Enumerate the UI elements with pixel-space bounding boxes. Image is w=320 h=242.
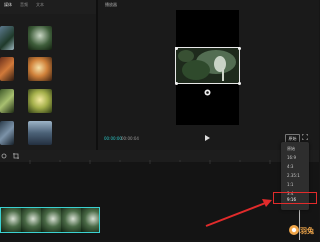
total-time: 00:00:04 bbox=[121, 136, 139, 141]
ratio-option-2-35-1[interactable]: 2.35:1 bbox=[287, 173, 300, 178]
clip-frame bbox=[81, 208, 99, 232]
video-preview-image bbox=[176, 48, 239, 83]
watermark-text: 羽兔 bbox=[300, 227, 314, 235]
media-thumbnail[interactable] bbox=[28, 57, 52, 81]
resize-handle[interactable] bbox=[174, 46, 178, 50]
clip-frame bbox=[41, 208, 61, 232]
clip-frame bbox=[1, 208, 21, 232]
fullscreen-icon[interactable] bbox=[302, 134, 308, 140]
clip-frame bbox=[21, 208, 41, 232]
media-thumbnail[interactable] bbox=[0, 57, 14, 81]
current-time: 00:00:00 bbox=[104, 136, 122, 141]
tab-audio[interactable]: 音频 bbox=[18, 2, 30, 8]
media-thumbnail[interactable] bbox=[0, 121, 14, 145]
media-thumbnail[interactable] bbox=[28, 26, 52, 50]
media-thumbnail[interactable] bbox=[28, 121, 52, 145]
video-clip[interactable] bbox=[0, 207, 100, 233]
ratio-option-16-9[interactable]: 16:9 bbox=[287, 155, 296, 160]
split-icon[interactable] bbox=[1, 153, 7, 159]
ratio-option-4-3[interactable]: 4:3 bbox=[287, 164, 293, 169]
timeline-ruler[interactable] bbox=[0, 160, 319, 166]
crop-icon[interactable] bbox=[13, 153, 19, 159]
media-thumbnail[interactable] bbox=[0, 89, 14, 113]
resize-handle[interactable] bbox=[237, 81, 241, 85]
rotate-icon[interactable] bbox=[204, 89, 211, 96]
media-thumbnail[interactable] bbox=[28, 89, 52, 113]
highlight-box bbox=[273, 192, 317, 204]
player-title: 播放器 bbox=[105, 2, 117, 7]
tab-text[interactable]: 文本 bbox=[34, 2, 46, 8]
watermark-logo: 羽兔 bbox=[288, 222, 316, 238]
ratio-option-original[interactable]: 原始 bbox=[287, 146, 295, 152]
media-tab-bar: 媒体 音频 文本 bbox=[0, 0, 96, 14]
ratio-option-1-1[interactable]: 1:1 bbox=[287, 182, 293, 187]
media-thumbnail[interactable] bbox=[0, 26, 14, 50]
play-icon bbox=[205, 135, 210, 141]
clip-frame bbox=[61, 208, 81, 232]
resize-handle[interactable] bbox=[237, 46, 241, 50]
play-button[interactable] bbox=[204, 135, 210, 141]
tab-media[interactable]: 媒体 bbox=[2, 2, 14, 8]
resize-handle[interactable] bbox=[174, 81, 178, 85]
video-preview[interactable] bbox=[175, 47, 240, 84]
